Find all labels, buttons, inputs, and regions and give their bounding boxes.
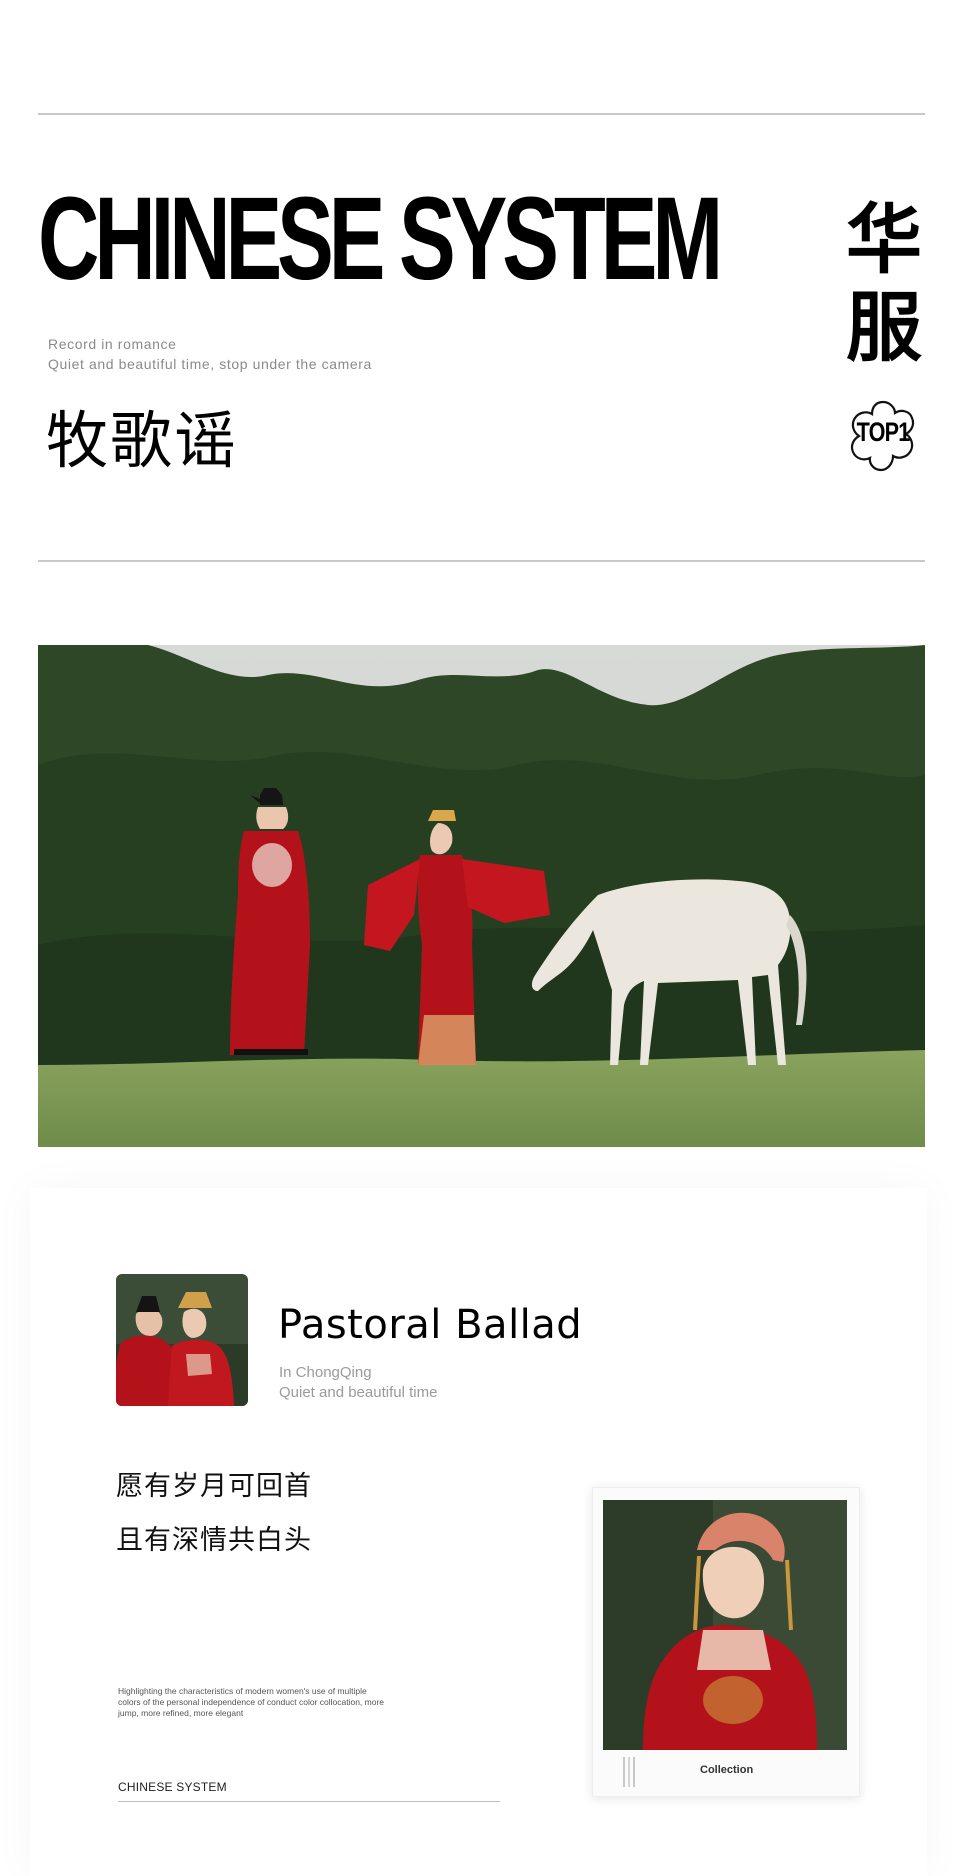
footer-label: CHINESE SYSTEM	[118, 1780, 227, 1794]
card-location: In ChongQing	[279, 1364, 372, 1381]
vertical-title: 华 服	[842, 196, 926, 372]
vertical-char-2: 服	[846, 283, 922, 372]
chinese-title: 牧歌谣	[46, 404, 239, 477]
card-title: Pastoral Ballad	[278, 1302, 583, 1348]
subtitle-line-2: Quiet and beautiful time, stop under the…	[48, 356, 372, 372]
polaroid-stamp-icon	[623, 1757, 635, 1787]
vertical-char-1: 华	[846, 195, 922, 284]
card-tagline: Quiet and beautiful time	[279, 1384, 438, 1401]
subtitle-line-1: Record in romance	[48, 336, 177, 352]
headline: CHINESE SYSTEM	[38, 173, 723, 305]
couple-thumbnail	[116, 1274, 248, 1406]
hero-photo	[38, 645, 925, 1147]
poem-line-1: 愿有岁月可回首	[116, 1471, 312, 1502]
badge-label: TOP1	[856, 417, 911, 447]
bride-portrait	[603, 1500, 847, 1750]
meadow	[38, 1050, 925, 1147]
mid-divider	[38, 560, 925, 562]
top-divider	[38, 113, 925, 115]
footer-divider	[118, 1801, 500, 1802]
poem-line-2: 且有深情共白头	[116, 1525, 312, 1556]
fine-print: Highlighting the characteristics of mode…	[118, 1686, 385, 1718]
polaroid-caption: Collection	[700, 1764, 754, 1776]
